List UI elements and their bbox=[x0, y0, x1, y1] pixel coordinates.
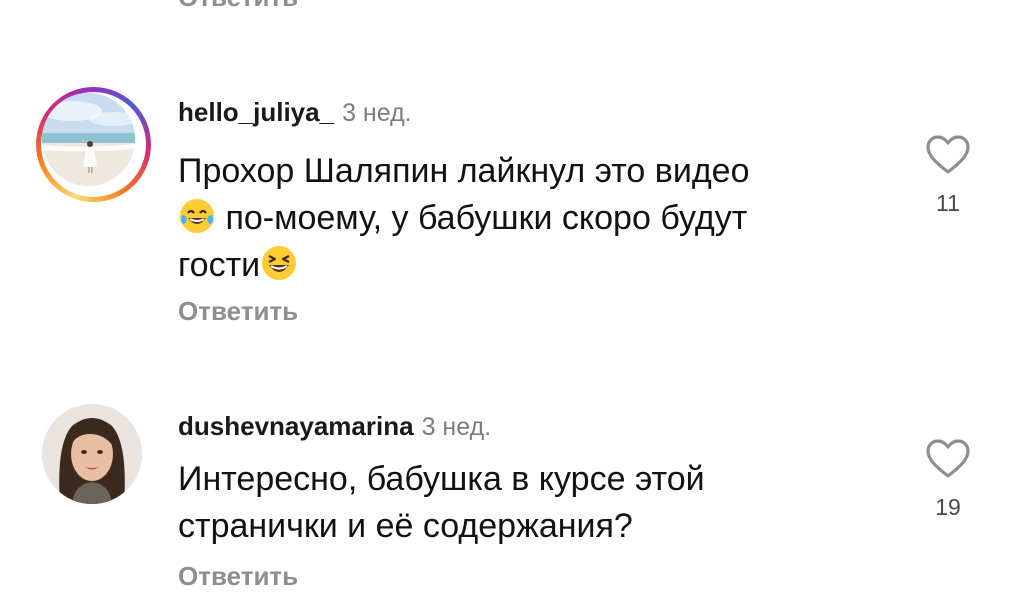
avatar[interactable] bbox=[36, 87, 151, 202]
comment-text-line-2: по-моему, у бабушки скоро будут bbox=[216, 199, 748, 237]
like-count: 11 bbox=[936, 190, 960, 216]
like-control: 19 bbox=[918, 438, 978, 521]
beach-photo-avatar bbox=[42, 93, 135, 186]
comment-text-line-2: странички и её содержания? bbox=[178, 507, 633, 545]
comment-text-line-3: гости bbox=[178, 246, 261, 284]
grinning-squinting-emoji-icon bbox=[262, 246, 297, 280]
like-control: 11 bbox=[918, 134, 978, 217]
comment-item: dushevnayamarina 3 нед. Интересно, бабушк… bbox=[0, 400, 1024, 600]
reply-button[interactable]: Ответить bbox=[178, 296, 298, 327]
comment-text: Интересно, бабушка в курсе этой страничк… bbox=[178, 456, 878, 550]
comment-text-line-1: Прохор Шаляпин лайкнул это видео bbox=[178, 152, 750, 190]
comment-time: 3 нед. bbox=[421, 413, 492, 441]
comment-text-line-1: Интересно, бабушка в курсе этой bbox=[178, 460, 705, 498]
username-text[interactable]: dushevnayamarina bbox=[178, 411, 414, 441]
reply-button[interactable]: Ответить bbox=[178, 561, 298, 592]
comment-time: 3 нед. bbox=[342, 99, 412, 127]
tears-of-joy-emoji-icon bbox=[180, 199, 214, 233]
woman-portrait-avatar[interactable] bbox=[42, 404, 142, 504]
comment-text: Прохор Шаляпин лайкнул это видео по-моем… bbox=[178, 148, 878, 289]
comment-item: hello_juliya_ 3 нед. Прохор Шаляпин лайкн… bbox=[0, 86, 1024, 336]
heart-outline-icon[interactable] bbox=[925, 438, 971, 480]
username-text[interactable]: hello_juliya_ bbox=[178, 97, 334, 127]
heart-outline-icon[interactable] bbox=[925, 134, 971, 176]
comments-page: Ответить hello_juliya_ bbox=[0, 0, 1024, 608]
reply-button[interactable]: Ответить bbox=[178, 0, 298, 13]
comment-username[interactable]: hello_juliya_ 3 нед. bbox=[178, 97, 412, 128]
comment-username[interactable]: dushevnayamarina 3 нед. bbox=[178, 411, 491, 442]
like-count: 19 bbox=[935, 494, 961, 520]
